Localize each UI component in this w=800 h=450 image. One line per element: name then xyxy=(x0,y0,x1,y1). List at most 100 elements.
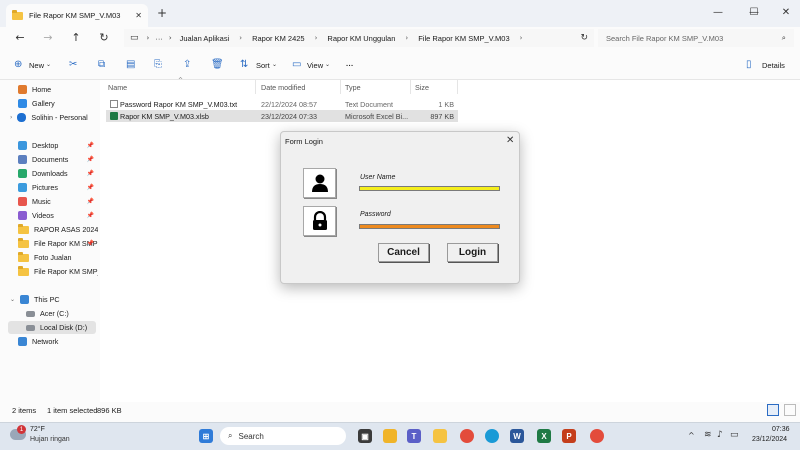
pin-icon[interactable]: 📌 xyxy=(87,170,94,177)
start-windows-icon[interactable]: ⊞ xyxy=(199,429,213,443)
username-field[interactable] xyxy=(359,186,500,191)
details-pane-icon: ▯ xyxy=(746,59,752,70)
rename-icon[interactable]: ⎘ xyxy=(154,59,162,70)
up-arrow-icon[interactable]: ↑ xyxy=(68,31,84,44)
sidebar-item-file-rapor-smp[interactable]: File Rapor KM SMP 📌 xyxy=(18,237,98,250)
pin-icon[interactable]: 📌 xyxy=(87,240,94,247)
column-header-type[interactable]: Type xyxy=(345,83,361,92)
refresh-icon[interactable]: ↻ xyxy=(96,31,112,44)
sidebar-item-foto-jualan[interactable]: Foto Jualan xyxy=(18,251,98,264)
view-button[interactable]: View xyxy=(307,61,323,70)
cancel-button[interactable]: Cancel xyxy=(378,243,429,262)
delete-icon[interactable]: 🗑 xyxy=(211,59,224,70)
sidebar-item-label: RAPOR ASAS 2024 xyxy=(34,225,98,234)
column-divider[interactable] xyxy=(340,80,341,94)
column-divider[interactable] xyxy=(255,80,256,94)
breadcrumb-item[interactable]: File Rapor KM SMP_V.M03 › xyxy=(418,34,532,43)
sidebar-item-downloads[interactable]: Downloads 📌 xyxy=(18,167,98,180)
share-icon[interactable]: ⇪ xyxy=(183,59,191,70)
pin-icon[interactable]: 📌 xyxy=(87,156,94,163)
task-view-icon[interactable]: ▣ xyxy=(358,429,372,443)
sidebar-item-gallery[interactable]: Gallery xyxy=(18,97,98,110)
pictures-icon xyxy=(18,183,27,192)
dialog-close-icon[interactable]: ✕ xyxy=(506,135,514,146)
chevron-right-icon: › xyxy=(168,34,172,42)
chrome-profile-icon[interactable] xyxy=(590,429,604,443)
clock-date[interactable]: 23/12/2024 xyxy=(752,436,787,443)
details-view-toggle[interactable] xyxy=(767,404,779,416)
chrome-icon[interactable] xyxy=(460,429,474,443)
powerpoint-icon[interactable]: P xyxy=(562,429,576,443)
chevron-right-icon: › xyxy=(405,34,409,42)
sort-button[interactable]: Sort xyxy=(256,61,270,70)
column-header-date[interactable]: Date modified xyxy=(261,83,305,92)
column-header-name[interactable]: Name xyxy=(108,83,127,92)
close-window-button[interactable]: ✕ xyxy=(772,4,800,20)
column-header-size[interactable]: Size xyxy=(415,83,429,92)
sidebar-item-network[interactable]: Network xyxy=(18,335,98,348)
pin-icon[interactable]: 📌 xyxy=(87,198,94,205)
pin-icon[interactable]: 📌 xyxy=(87,142,94,149)
login-button[interactable]: Login xyxy=(447,243,498,262)
sidebar-item-pictures[interactable]: Pictures 📌 xyxy=(18,181,98,194)
sidebar-item-home[interactable]: Home xyxy=(18,83,98,96)
column-divider[interactable] xyxy=(457,80,458,94)
column-divider[interactable] xyxy=(410,80,411,94)
paste-icon[interactable]: ▤ xyxy=(126,59,135,70)
sidebar-item-label: Local Disk (D:) xyxy=(40,323,88,332)
weather-desc[interactable]: Hujan ringan xyxy=(30,436,70,443)
wifi-icon[interactable]: ≋ xyxy=(704,430,712,440)
sidebar-item-desktop[interactable]: Desktop 📌 xyxy=(18,139,98,152)
copy-icon[interactable]: ⧉ xyxy=(98,59,105,70)
details-button[interactable]: Details xyxy=(762,61,785,70)
file-row-selected[interactable]: Rapor KM SMP_V.M03.xlsb 23/12/2024 07:33… xyxy=(106,110,458,122)
speaker-icon[interactable]: ♪ xyxy=(717,430,723,440)
minimize-button-alt[interactable]: — xyxy=(700,4,736,20)
word-icon[interactable]: W xyxy=(510,429,524,443)
breadcrumb-item[interactable]: Rapor KM 2425 › xyxy=(252,34,327,43)
cut-icon[interactable]: ✂ xyxy=(69,59,77,70)
sidebar-item-onedrive[interactable]: › Solihin - Personal xyxy=(10,111,100,124)
file-date: 23/12/2024 07:33 xyxy=(261,111,317,121)
password-field[interactable] xyxy=(359,224,500,229)
search-input[interactable]: Search File Rapor KM SMP_V.M03 xyxy=(606,34,782,43)
clock-time[interactable]: 07:36 xyxy=(772,426,790,433)
sidebar-item-videos[interactable]: Videos 📌 xyxy=(18,209,98,222)
more-options-button[interactable]: ··· xyxy=(346,61,354,70)
file-explorer-icon[interactable] xyxy=(433,429,447,443)
dialog-title: Form Login xyxy=(285,137,323,146)
sidebar-item-this-pc[interactable]: ⌄ This PC xyxy=(10,293,100,306)
battery-icon[interactable]: ▭ xyxy=(730,430,739,440)
tab-file-rapor[interactable]: File Rapor KM SMP_V.M03 ✕ xyxy=(6,4,148,27)
tab-close-icon[interactable]: ✕ xyxy=(135,11,142,20)
refresh-address-icon[interactable]: ↻ xyxy=(580,33,588,43)
sidebar-item-drive-d[interactable]: Local Disk (D:) xyxy=(8,321,96,334)
breadcrumb-item[interactable]: Rapor KM Unggulan › xyxy=(327,34,418,43)
sidebar-item-file-rapor-smp-v[interactable]: File Rapor KM SMP_V xyxy=(18,265,98,278)
teams-icon[interactable]: T xyxy=(407,429,421,443)
sidebar-item-drive-c[interactable]: Acer (C:) xyxy=(26,307,100,320)
new-button[interactable]: New xyxy=(29,61,44,70)
sidebar-item-music[interactable]: Music 📌 xyxy=(18,195,98,208)
search-box[interactable]: Search File Rapor KM SMP_V.M03 ⌕ xyxy=(598,29,794,47)
breadcrumb[interactable]: ▭ › ··· › Jualan Aplikasi › Rapor KM 2425… xyxy=(124,29,594,47)
taskbar-search[interactable]: ⌕ Search xyxy=(220,427,346,445)
file-row[interactable]: Password Rapor KM SMP_V.M03.txt 22/12/20… xyxy=(106,98,458,110)
tiles-view-toggle[interactable] xyxy=(784,404,796,416)
file-size: 1 KB xyxy=(438,99,454,109)
excel-icon[interactable]: X xyxy=(537,429,551,443)
forward-arrow-icon[interactable]: → xyxy=(40,31,56,44)
breadcrumb-item[interactable]: Jualan Aplikasi › xyxy=(180,34,252,43)
sidebar-item-rapor-asas[interactable]: RAPOR ASAS 2024 xyxy=(18,223,98,236)
pin-icon[interactable]: 📌 xyxy=(87,212,94,219)
copilot-icon[interactable] xyxy=(383,429,397,443)
edge-icon[interactable] xyxy=(485,429,499,443)
weather-temp[interactable]: 72°F xyxy=(30,426,45,433)
back-arrow-icon[interactable]: ← xyxy=(12,31,28,44)
sidebar-item-documents[interactable]: Documents 📌 xyxy=(18,153,98,166)
new-tab-icon[interactable]: + xyxy=(157,6,167,20)
chevron-up-icon[interactable]: ^ xyxy=(688,431,695,440)
maximize-button[interactable]: ☐ xyxy=(736,4,772,20)
breadcrumb-ellipsis[interactable]: ··· xyxy=(155,34,163,43)
pin-icon[interactable]: 📌 xyxy=(87,184,94,191)
